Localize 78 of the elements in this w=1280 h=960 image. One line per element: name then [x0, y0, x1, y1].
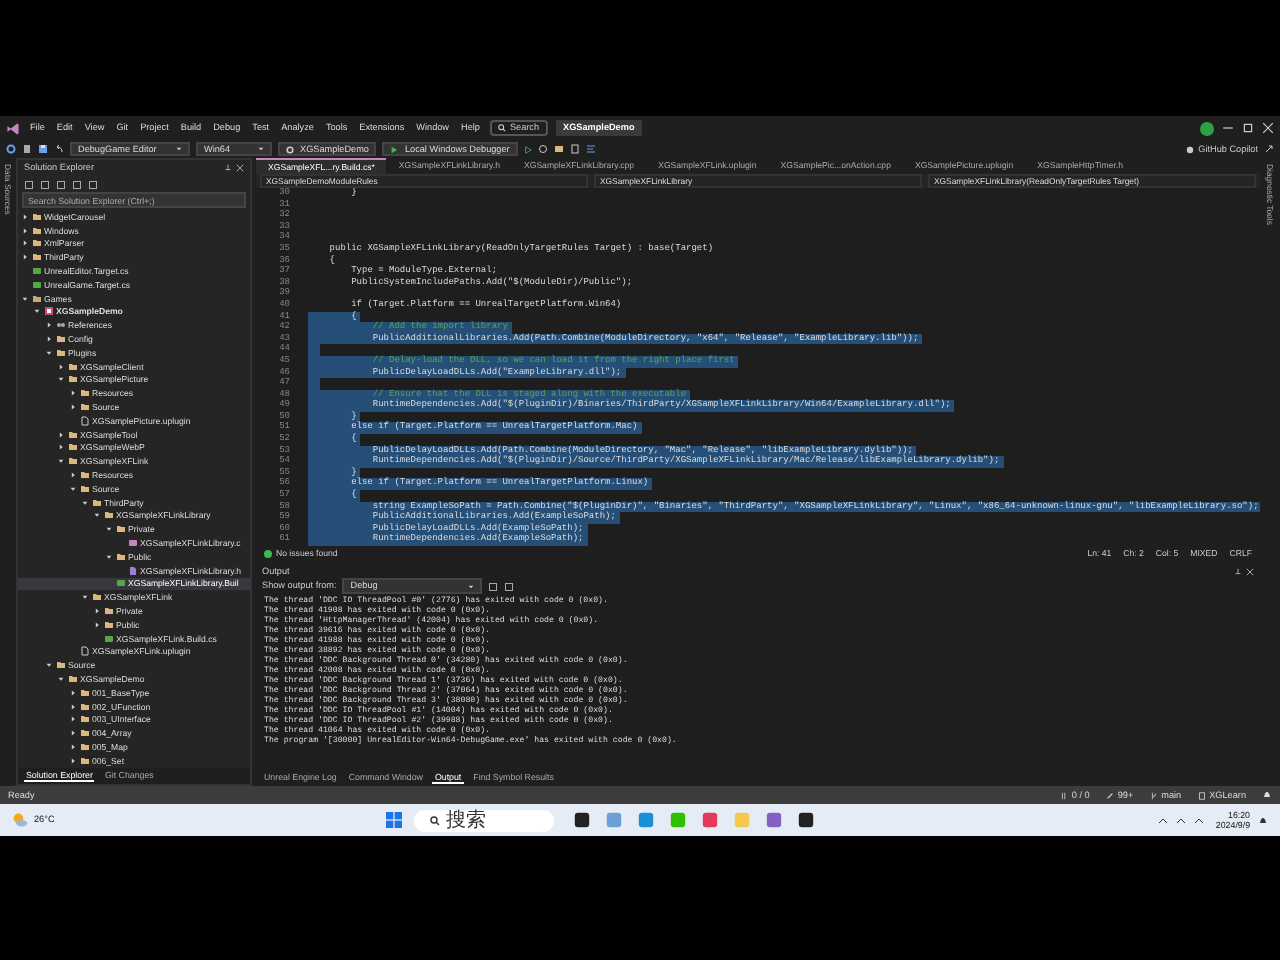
pin-icon[interactable]: [1234, 567, 1242, 575]
weather-icon: [12, 812, 28, 828]
expander-icon[interactable]: [22, 295, 28, 302]
folder-icon[interactable]: [553, 144, 564, 154]
ide-icon[interactable]: [766, 812, 783, 828]
expander-icon[interactable]: [94, 512, 100, 519]
expander-icon[interactable]: [58, 431, 64, 438]
maximize-icon[interactable]: [1242, 122, 1254, 134]
expander-icon[interactable]: [46, 336, 52, 343]
expander-icon[interactable]: [70, 472, 76, 479]
pin-icon[interactable]: [224, 164, 232, 172]
chevron-icon[interactable]: [1157, 815, 1168, 825]
folder-icon: [31, 293, 41, 304]
expander-icon[interactable]: [94, 608, 100, 614]
expander-icon[interactable]: [58, 376, 64, 383]
expander-icon[interactable]: [70, 390, 76, 397]
close-icon[interactable]: [1246, 567, 1254, 575]
save-icon[interactable]: [38, 144, 48, 154]
app-icon[interactable]: [798, 812, 815, 828]
notification-icon[interactable]: [1258, 815, 1269, 825]
file-icon: [79, 646, 89, 657]
expander-icon[interactable]: [58, 444, 64, 451]
expander-icon[interactable]: [70, 716, 76, 723]
references-icon: [55, 320, 65, 331]
expander-icon[interactable]: [22, 240, 28, 247]
expander-icon[interactable]: [70, 743, 76, 750]
play-icon: [390, 145, 399, 153]
minimize-icon[interactable]: [1222, 122, 1234, 134]
expander-icon[interactable]: [106, 526, 112, 533]
pencil-icon: [1105, 791, 1114, 799]
expander-icon[interactable]: [58, 458, 64, 465]
expander-icon[interactable]: [82, 499, 88, 506]
search-icon: [430, 815, 441, 825]
close-icon[interactable]: [1262, 122, 1274, 134]
expander-icon[interactable]: [70, 730, 76, 737]
expander-icon[interactable]: [70, 689, 76, 696]
caret-icon: [468, 583, 475, 589]
comment-icon[interactable]: [585, 144, 596, 154]
csharp-file-icon: [115, 578, 125, 589]
expander-icon[interactable]: [70, 485, 76, 492]
csharp-file-icon: [103, 633, 113, 644]
undo-icon[interactable]: [54, 144, 64, 154]
check-icon: [264, 549, 272, 557]
terminal-icon[interactable]: [574, 812, 591, 828]
folder-icon: [115, 551, 125, 562]
close-icon[interactable]: [236, 164, 244, 172]
expander-icon[interactable]: [70, 404, 76, 411]
cpp-file-icon: [127, 538, 137, 549]
header-file-icon: [127, 565, 137, 576]
expander-icon[interactable]: [82, 594, 88, 601]
project-icon: [43, 306, 53, 317]
expander-icon[interactable]: [46, 349, 52, 356]
gear-icon[interactable]: [6, 144, 16, 154]
search-icon: [497, 124, 506, 132]
file-icon: [79, 415, 89, 426]
play-icon[interactable]: [523, 145, 532, 153]
gear-icon: [286, 145, 294, 153]
expander-icon[interactable]: [70, 757, 76, 764]
expander-icon[interactable]: [70, 703, 76, 710]
expander-icon[interactable]: [22, 254, 28, 261]
expander-icon[interactable]: [94, 621, 100, 628]
taskbar-search[interactable]: 搜索: [414, 809, 555, 831]
expander-icon[interactable]: [22, 213, 28, 220]
expander-icon[interactable]: [46, 662, 52, 669]
expander-icon[interactable]: [22, 227, 28, 234]
caret-icon: [258, 146, 264, 152]
expander-icon[interactable]: [58, 363, 64, 370]
avatar-icon[interactable]: [1200, 121, 1214, 135]
expander-icon[interactable]: [58, 675, 64, 682]
expander-icon[interactable]: [106, 553, 112, 560]
browser-icon[interactable]: [638, 812, 655, 828]
expander-icon[interactable]: [34, 308, 40, 315]
start-icon[interactable]: [386, 812, 403, 828]
share-icon[interactable]: [1264, 144, 1274, 154]
expander-icon[interactable]: [46, 322, 52, 329]
app-logo-icon: [6, 121, 20, 135]
caret-icon: [176, 146, 182, 152]
bell-icon[interactable]: [1262, 790, 1272, 800]
